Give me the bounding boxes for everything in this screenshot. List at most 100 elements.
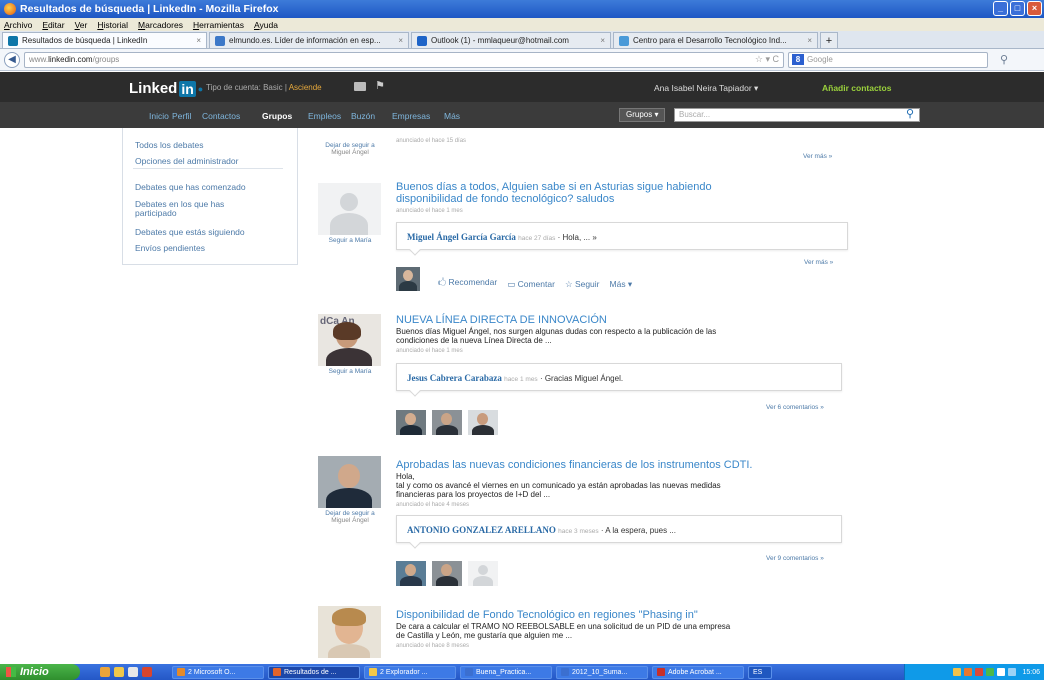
back-arrow-icon[interactable]: ◀ bbox=[4, 51, 20, 68]
comment-author[interactable]: Jesus Cabrera Carabaza bbox=[407, 373, 502, 383]
more-button[interactable]: Más ▾ bbox=[610, 279, 633, 290]
tray-icon[interactable] bbox=[997, 668, 1006, 676]
url-controls[interactable]: ☆ ▾ C bbox=[755, 54, 783, 65]
poster-caption[interactable]: Seguir a María bbox=[318, 237, 382, 244]
close-window-button[interactable]: × bbox=[1027, 1, 1042, 16]
poster-photo[interactable] bbox=[318, 456, 381, 508]
start-button[interactable]: Inicio bbox=[0, 664, 80, 680]
poster-photo[interactable]: dCa An bbox=[318, 314, 381, 366]
commenter-avatar[interactable] bbox=[432, 561, 462, 586]
minimize-button[interactable]: _ bbox=[993, 1, 1008, 16]
maximize-button[interactable]: □ bbox=[1010, 1, 1025, 16]
ver-mas-link[interactable]: Ver más » bbox=[804, 259, 833, 266]
ver-comments-link[interactable]: Ver 9 comentarios » bbox=[766, 555, 824, 562]
tab-elmundo[interactable]: elmundo.es. Líder de información en esp.… bbox=[209, 32, 409, 48]
search-engine-icon[interactable]: 8 bbox=[792, 54, 804, 65]
search-scope-dropdown[interactable]: Grupos ▾ bbox=[619, 108, 666, 122]
menu-ver[interactable]: Ver bbox=[75, 20, 88, 30]
user-menu[interactable]: Ana Isabel Neira Tapiador ▾ bbox=[654, 83, 758, 94]
upgrade-link[interactable]: Asciende bbox=[289, 83, 322, 92]
poster-caption[interactable]: Seguir a María bbox=[318, 368, 382, 375]
quicklaunch-desktop-icon[interactable] bbox=[128, 667, 138, 677]
poster-caption[interactable]: Dejar de seguir a bbox=[318, 142, 382, 149]
quicklaunch-firefox-icon[interactable] bbox=[142, 667, 152, 677]
follow-button[interactable]: ☆ Seguir bbox=[565, 279, 600, 290]
recommend-button[interactable]: 🖒 Recomendar bbox=[438, 277, 497, 291]
commenter-avatar[interactable] bbox=[432, 410, 462, 435]
quicklaunch-browser-icon[interactable] bbox=[100, 667, 110, 677]
tab-close-icon[interactable]: × bbox=[600, 36, 605, 45]
sidebar-item-started[interactable]: Debates que has comenzado bbox=[135, 182, 246, 192]
sidebar-item-pending[interactable]: Envíos pendientes bbox=[135, 243, 205, 253]
comment-button[interactable]: ▭ Comentar bbox=[507, 279, 555, 290]
menu-editar[interactable]: Editar bbox=[42, 20, 64, 30]
tray-icon[interactable] bbox=[964, 668, 973, 676]
tray-icon[interactable] bbox=[1008, 668, 1017, 676]
poster-photo[interactable] bbox=[318, 606, 381, 658]
sidebar-item-admin-options[interactable]: Opciones del administrador bbox=[135, 156, 238, 166]
windows-flag-icon bbox=[6, 667, 16, 677]
taskbar-button-explorer[interactable]: 2 Explorador ... bbox=[364, 665, 456, 679]
browser-search-box[interactable]: 8 Google bbox=[788, 51, 988, 68]
add-contacts-link[interactable]: Añadir contactos bbox=[822, 83, 891, 93]
default-avatar[interactable] bbox=[468, 561, 498, 586]
post4-title[interactable]: Disponibilidad de Fondo Tecnológico en r… bbox=[396, 609, 698, 621]
linkedin-search-input[interactable]: Buscar... bbox=[674, 108, 920, 122]
messages-icon[interactable] bbox=[354, 82, 366, 91]
taskbar-button-word1[interactable]: Buena_Practica... bbox=[460, 665, 552, 679]
post3-title[interactable]: Aprobadas las nuevas condiciones financi… bbox=[396, 459, 752, 471]
language-indicator[interactable]: ES bbox=[748, 665, 772, 679]
tab-close-icon[interactable]: × bbox=[196, 36, 201, 45]
new-tab-button[interactable]: + bbox=[820, 32, 838, 48]
poster-caption[interactable]: Dejar de seguir a bbox=[318, 510, 382, 517]
clock[interactable]: 15:06 bbox=[1022, 669, 1040, 676]
tab-close-icon[interactable]: × bbox=[807, 36, 812, 45]
taskbar-button-firefox[interactable]: Resultados de ... bbox=[268, 665, 360, 679]
nav-empresas[interactable]: Empresas bbox=[392, 111, 430, 121]
comment-author[interactable]: ANTONIO GONZALEZ ARELLANO bbox=[407, 525, 556, 535]
tab-linkedin[interactable]: Resultados de búsqueda | LinkedIn × bbox=[2, 32, 207, 48]
default-avatar[interactable] bbox=[318, 183, 381, 235]
linkedin-logo[interactable]: Linked in ● bbox=[129, 80, 203, 97]
commenter-avatar[interactable] bbox=[468, 410, 498, 435]
commenter-avatar[interactable] bbox=[396, 410, 426, 435]
taskbar-button-office[interactable]: 2 Microsoft O... bbox=[172, 665, 264, 679]
menu-marcadores[interactable]: Marcadores bbox=[138, 20, 183, 30]
search-icon[interactable]: ⚲ bbox=[1000, 53, 1008, 66]
menu-ayuda[interactable]: Ayuda bbox=[254, 20, 278, 30]
taskbar-button-acrobat[interactable]: Adobe Acrobat ... bbox=[652, 665, 744, 679]
sidebar-item-following[interactable]: Debates que estás siguiendo bbox=[135, 227, 245, 237]
url-bar[interactable]: www. linkedin.com/groups ☆ ▾ C bbox=[24, 51, 784, 68]
taskbar-button-word2[interactable]: 2012_10_Suma... bbox=[556, 665, 648, 679]
nav-mas[interactable]: Más bbox=[444, 111, 460, 121]
tab-close-icon[interactable]: × bbox=[398, 36, 403, 45]
nav-empleos[interactable]: Empleos bbox=[308, 111, 341, 121]
ver-mas-link[interactable]: Ver más » bbox=[803, 153, 832, 160]
commenter-avatar[interactable] bbox=[396, 267, 420, 291]
nav-grupos[interactable]: Grupos bbox=[262, 111, 292, 121]
sidebar-item-all-debates[interactable]: Todos los debates bbox=[135, 140, 204, 150]
post1-title[interactable]: Buenos días a todos, Alguien sabe si en … bbox=[396, 181, 712, 205]
commenter-avatar[interactable] bbox=[396, 561, 426, 586]
post2-title[interactable]: NUEVA LÍNEA DIRECTA DE INNOVACIÓN bbox=[396, 314, 607, 326]
comment-author[interactable]: Miguel Ángel García García bbox=[407, 232, 516, 242]
menu-herramientas[interactable]: Herramientas bbox=[193, 20, 244, 30]
tray-icon[interactable] bbox=[975, 668, 984, 676]
nav-buzon[interactable]: Buzón bbox=[351, 111, 375, 121]
menu-archivo[interactable]: Archivo bbox=[4, 20, 32, 30]
ver-comments-link[interactable]: Ver 6 comentarios » bbox=[766, 404, 824, 411]
sidebar-item-participated-2[interactable]: participado bbox=[135, 208, 177, 218]
word-icon bbox=[561, 668, 569, 676]
nav-perfil[interactable]: Perfil bbox=[172, 111, 191, 121]
menu-historial[interactable]: Historial bbox=[97, 20, 128, 30]
nav-contactos[interactable]: Contactos bbox=[202, 111, 240, 121]
tab-cdti[interactable]: Centro para el Desarrollo Tecnológico In… bbox=[613, 32, 818, 48]
notifications-flag-icon[interactable]: ⚑ bbox=[375, 79, 385, 92]
search-icon[interactable]: ⚲ bbox=[901, 108, 919, 122]
nav-inicio[interactable]: Inicio bbox=[149, 111, 169, 121]
tray-icon[interactable] bbox=[986, 668, 995, 676]
tray-icon[interactable] bbox=[953, 668, 962, 676]
tab-outlook[interactable]: Outlook (1) - mmlaqueur@hotmail.com × bbox=[411, 32, 611, 48]
comment-time: hace 1 mes bbox=[504, 376, 538, 383]
quicklaunch-folder-icon[interactable] bbox=[114, 667, 124, 677]
